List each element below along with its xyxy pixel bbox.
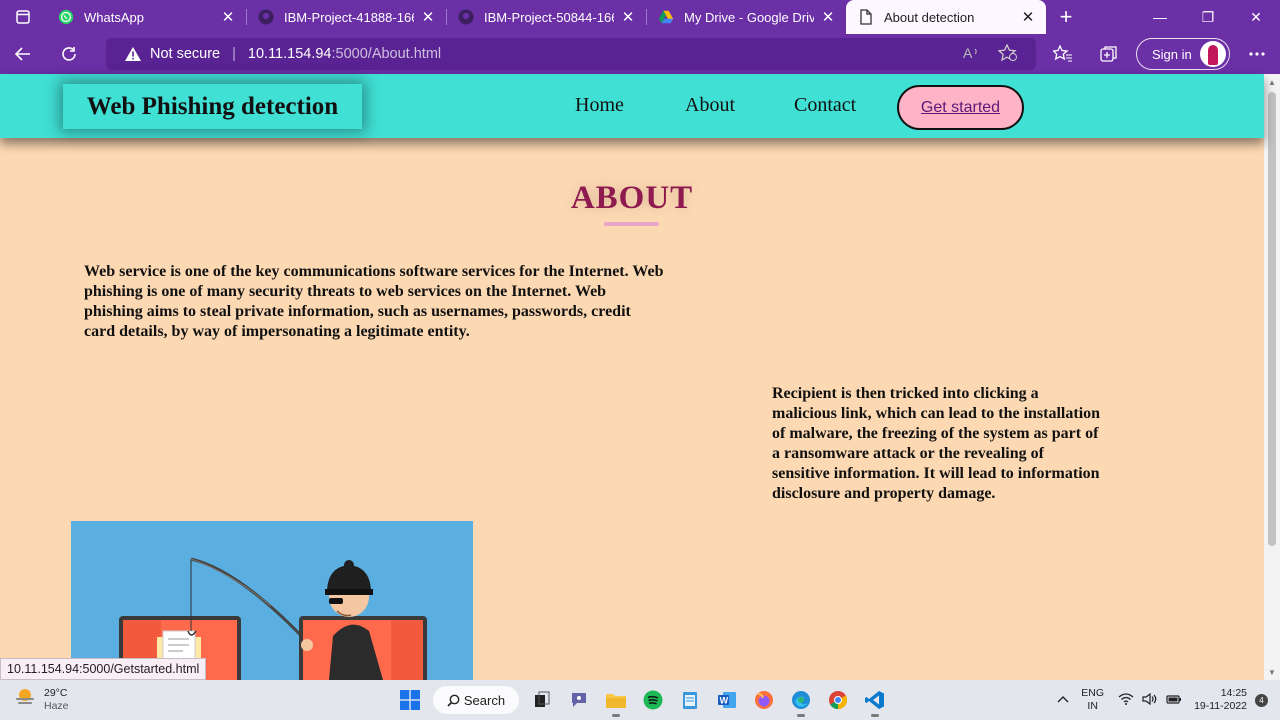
close-icon[interactable]: ✕: [420, 9, 436, 26]
search-label: Search: [463, 692, 506, 708]
add-favorite-icon[interactable]: [997, 43, 1018, 66]
github-icon: [258, 9, 274, 25]
weather-temperature: 29°C: [44, 686, 68, 699]
wifi-icon[interactable]: [1118, 692, 1134, 708]
browser-tools: Sign in: [1040, 34, 1280, 74]
sign-in-label: Sign in: [1152, 46, 1192, 62]
close-icon[interactable]: ✕: [220, 9, 236, 26]
language-indicator[interactable]: ENG IN: [1081, 687, 1104, 713]
url-path: :5000/About.html: [331, 46, 442, 62]
nav-home[interactable]: Home: [575, 94, 624, 117]
edge-icon[interactable]: [787, 686, 815, 717]
svg-text:W: W: [720, 696, 729, 706]
site-header: Web Phishing detection Home About Contac…: [0, 74, 1264, 138]
page-scrollbar[interactable]: ▲ ▼: [1264, 74, 1280, 680]
spotify-icon[interactable]: [639, 686, 667, 714]
back-icon[interactable]: [0, 34, 46, 74]
warning-icon[interactable]: [124, 46, 142, 62]
vscode-icon[interactable]: [861, 686, 889, 717]
page-icon: [858, 9, 874, 25]
minimize-icon[interactable]: —: [1136, 0, 1184, 34]
language-code: ENG: [1081, 687, 1105, 699]
intro-paragraph: Web service is one of the key communicat…: [84, 263, 664, 340]
phishing-illustration: [71, 521, 473, 680]
sign-in-button[interactable]: Sign in: [1136, 38, 1230, 70]
get-started-button[interactable]: Get started: [897, 85, 1024, 130]
word-icon[interactable]: W: [713, 686, 741, 714]
close-icon[interactable]: ✕: [620, 9, 636, 26]
task-view-icon[interactable]: [528, 686, 556, 714]
tab-title: My Drive - Google Drive: [684, 9, 814, 25]
clock[interactable]: 14:25 19-11-2022: [1194, 687, 1247, 713]
firefox-icon[interactable]: [750, 686, 778, 714]
weather-text: 29°C Haze: [44, 687, 69, 713]
tab-actions-icon[interactable]: [0, 0, 46, 34]
link-status-url: 10.11.154.94:5000/Getstarted.html: [0, 658, 207, 680]
tab-about-detection[interactable]: About detection ✕: [846, 0, 1046, 34]
address-bar[interactable]: Not secure | 10.11.154.94:5000/About.htm…: [106, 38, 1036, 70]
tab-google-drive[interactable]: My Drive - Google Drive ✕: [646, 0, 846, 34]
close-icon[interactable]: ✕: [1020, 9, 1036, 26]
weather-widget[interactable]: 29°C Haze: [14, 686, 69, 713]
clock-time: 14:25: [1220, 687, 1247, 699]
taskbar-search[interactable]: Search: [433, 686, 519, 714]
favorites-icon[interactable]: [1040, 45, 1086, 63]
nav-contact[interactable]: Contact: [794, 94, 856, 117]
tab-title: IBM-Project-50844-166: [484, 9, 614, 25]
tab-title: About detection: [884, 9, 975, 25]
page-title: ABOUT: [570, 180, 694, 216]
notepad-icon[interactable]: [676, 686, 704, 714]
teams-chat-icon[interactable]: [565, 686, 593, 714]
github-icon: [458, 9, 474, 25]
tab-whatsapp[interactable]: WhatsApp ✕: [46, 0, 246, 34]
volume-icon[interactable]: [1142, 692, 1158, 708]
battery-icon[interactable]: [1166, 693, 1182, 708]
avatar: [1199, 41, 1226, 67]
tab-title: IBM-Project-41888-166: [284, 9, 414, 25]
security-label[interactable]: Not secure: [150, 46, 220, 62]
svg-text:A: A: [963, 45, 973, 61]
browser-tab-strip: WhatsApp ✕ IBM-Project-41888-166 ✕ IBM-P…: [0, 0, 1280, 34]
omnibox-actions: A: [962, 43, 1018, 66]
close-icon[interactable]: ✕: [820, 9, 836, 26]
read-aloud-icon[interactable]: A: [962, 44, 982, 66]
whatsapp-icon: [58, 9, 74, 25]
divider: |: [232, 46, 236, 62]
collections-icon[interactable]: [1086, 45, 1132, 63]
tab-title: WhatsApp: [84, 9, 144, 25]
tab-ibm-project-41888[interactable]: IBM-Project-41888-166 ✕: [246, 0, 446, 34]
close-window-icon[interactable]: ✕: [1232, 0, 1280, 34]
search-icon: [447, 694, 460, 707]
scroll-up-icon[interactable]: ▲: [1264, 76, 1280, 88]
details-paragraph: Recipient is then tricked into clicking …: [772, 385, 1101, 502]
window-controls: — ❐ ✕: [1136, 0, 1280, 34]
chrome-icon[interactable]: [824, 686, 852, 714]
clock-date: 19-11-2022: [1194, 700, 1247, 712]
windows-start-icon[interactable]: [396, 686, 424, 714]
brand-logo[interactable]: Web Phishing detection: [63, 84, 362, 129]
scroll-down-icon[interactable]: ▼: [1264, 666, 1280, 678]
notification-badge[interactable]: 4: [1255, 693, 1268, 707]
url-host: 10.11.154.94: [247, 46, 332, 62]
system-tray: ENG IN 14:25 19-11-2022 4: [1057, 685, 1268, 715]
weather-condition: Haze: [44, 699, 69, 712]
more-options-icon[interactable]: [1234, 52, 1280, 56]
chevron-up-icon[interactable]: [1057, 694, 1069, 706]
tab-ibm-project-50844[interactable]: IBM-Project-50844-166 ✕: [446, 0, 646, 34]
google-drive-icon: [658, 9, 674, 25]
title-underline: [604, 222, 659, 226]
taskbar: 29°C Haze Search W ENG IN 14:25 19-11-20…: [0, 680, 1280, 720]
haze-weather-icon: [14, 686, 36, 713]
nav-about[interactable]: About: [685, 94, 735, 117]
address-toolbar: Not secure | 10.11.154.94:5000/About.htm…: [0, 34, 1280, 74]
region-code: IN: [1087, 700, 1098, 712]
scrollbar-thumb[interactable]: [1268, 92, 1276, 546]
taskbar-apps: Search W: [396, 684, 889, 717]
restore-icon[interactable]: ❐: [1184, 0, 1232, 34]
new-tab-icon[interactable]: +: [1046, 0, 1086, 34]
refresh-icon[interactable]: [46, 34, 92, 74]
file-explorer-icon[interactable]: [602, 686, 630, 717]
